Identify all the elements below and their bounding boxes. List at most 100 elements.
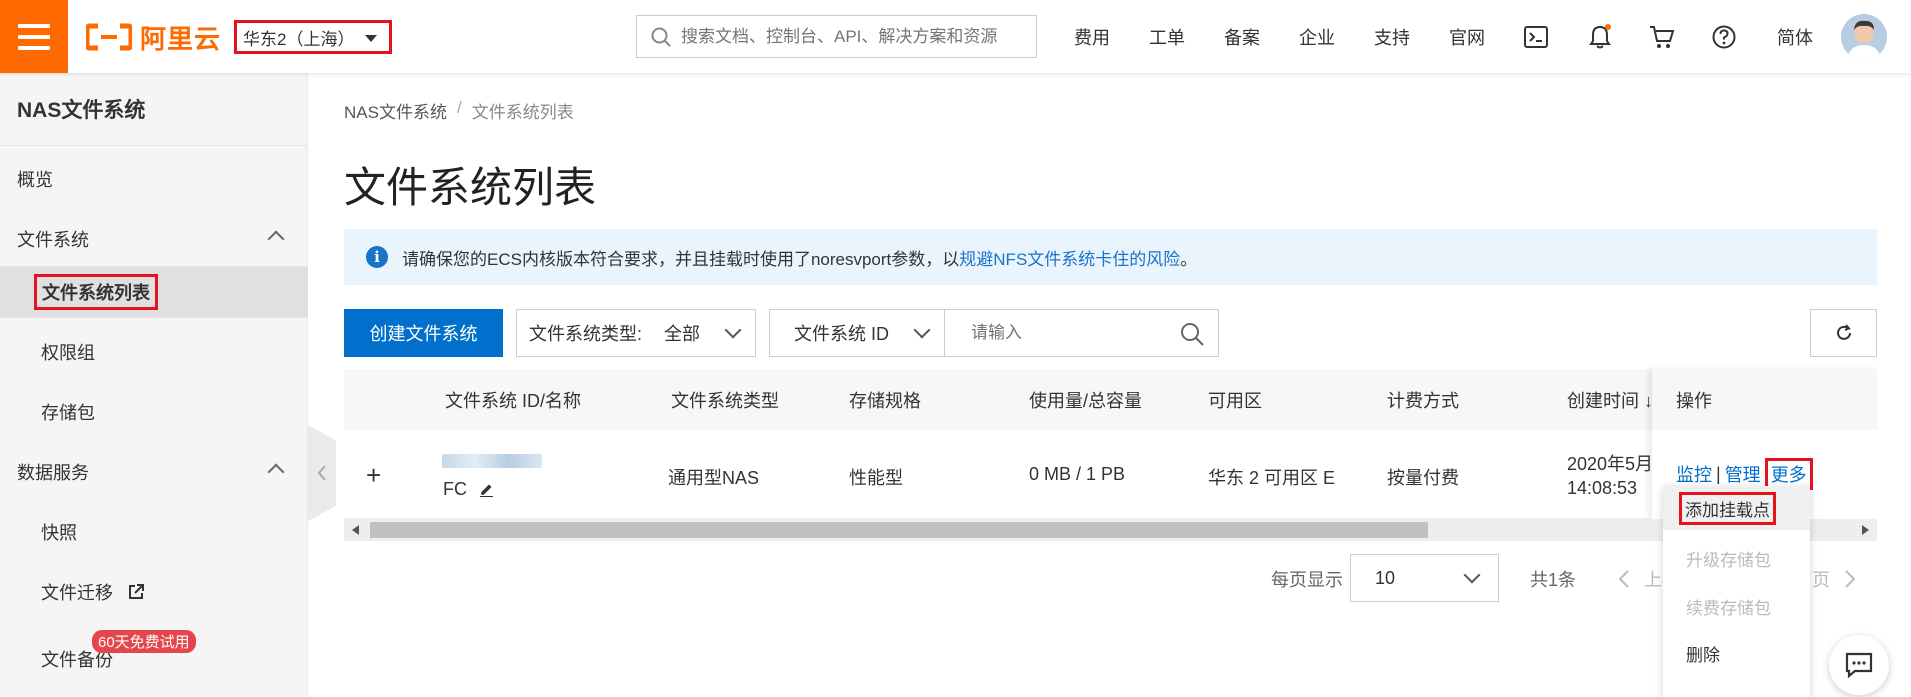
type-select-label: 文件系统类型:	[529, 324, 643, 344]
language-switch[interactable]: 简体	[1777, 0, 1813, 73]
sidebar-group-data-service[interactable]: 数据服务	[0, 446, 308, 498]
chevron-left-icon	[1618, 570, 1629, 588]
chevron-down-icon	[913, 321, 931, 339]
free-trial-badge: 60天免费试用	[92, 630, 196, 653]
refresh-button[interactable]	[1810, 309, 1877, 357]
search-icon	[651, 27, 671, 47]
nav-item-label: 备案	[1224, 27, 1260, 48]
sidebar-item-file-migration[interactable]: 文件迁移	[0, 566, 308, 618]
delete-item[interactable]: 删除	[1663, 631, 1810, 675]
sidebar-item-permission-group[interactable]: 权限组	[0, 326, 308, 378]
file-system-search[interactable]	[944, 309, 1219, 357]
menu-button[interactable]	[0, 0, 68, 73]
refresh-icon	[1836, 324, 1851, 340]
avatar[interactable]	[1841, 14, 1887, 60]
file-system-type-select[interactable]: 文件系统类型: 全部	[516, 309, 756, 357]
region-label: 华东2（上海）	[243, 29, 355, 49]
bell-icon[interactable]	[1587, 24, 1613, 50]
search-icon[interactable]	[1180, 322, 1204, 346]
chat-icon	[1845, 652, 1873, 678]
aliyun-logo[interactable]: 阿里云	[86, 22, 221, 54]
sidebar-item-label: 概览	[17, 170, 53, 190]
chat-button[interactable]	[1829, 635, 1889, 695]
sidebar-item-file-system-list[interactable]: 文件系统列表	[0, 266, 308, 318]
file-system-search-input[interactable]	[971, 323, 1171, 343]
create-file-system-button[interactable]: 创建文件系统	[344, 309, 503, 357]
type-select-value: 全部	[664, 324, 701, 344]
nav-official[interactable]: 官网	[1449, 0, 1485, 73]
total-count: 共1条	[1530, 570, 1577, 590]
renew-storage-package-item: 续费存储包	[1663, 584, 1810, 628]
chevron-up-icon	[267, 230, 285, 248]
hamburger-line	[18, 45, 50, 50]
nav-icp[interactable]: 备案	[1224, 0, 1260, 73]
nav-enterprise[interactable]: 企业	[1299, 0, 1335, 73]
horizontal-scrollbar[interactable]	[344, 519, 1877, 541]
sidebar-group-file-system[interactable]: 文件系统	[0, 213, 308, 265]
storage-spec-cell: 性能型	[849, 468, 903, 488]
column-header: 存储规格	[849, 390, 921, 411]
scroll-right-icon[interactable]	[1861, 525, 1869, 535]
created-time-cell: 14:08:53	[1567, 478, 1638, 498]
nav-item-label: 工单	[1149, 27, 1185, 48]
chevron-up-icon	[267, 463, 285, 481]
menu-item-label: 删除	[1686, 645, 1720, 665]
table-row: + FC 通用型NAS 性能型 0 MB / 1 PB 华东 2 可用区 E 按…	[344, 430, 1877, 519]
manage-link[interactable]: 管理	[1725, 461, 1761, 487]
notice-banner: i 请确保您的ECS内核版本符合要求，并且挂载时使用了noresvport参数，…	[344, 229, 1877, 285]
caret-down-icon	[365, 35, 377, 42]
action-separator: |	[1716, 463, 1721, 484]
sidebar-title: NAS文件系统	[0, 73, 307, 146]
monitor-link[interactable]: 监控	[1676, 461, 1712, 487]
cart-icon[interactable]	[1649, 24, 1675, 50]
sort-column-header[interactable]: 创建时间 ↓	[1567, 369, 1653, 430]
page-size-select[interactable]: 10	[1350, 554, 1499, 602]
sidebar-item-overview[interactable]: 概览	[0, 153, 308, 205]
column-header: 文件系统 ID/名称	[445, 390, 582, 411]
sidebar-item-storage-package[interactable]: 存储包	[0, 386, 308, 438]
nav-support[interactable]: 支持	[1374, 0, 1410, 73]
logo-text: 阿里云	[140, 23, 222, 54]
file-system-table: 文件系统 ID/名称 文件系统类型 存储规格 使用量/总容量 可用区 计费方式 …	[344, 369, 1877, 541]
column-header: 文件系统类型	[671, 390, 779, 411]
chevron-right-icon	[1845, 570, 1856, 588]
edit-icon[interactable]	[479, 482, 494, 497]
usage-cell: 0 MB / 1 PB	[1029, 464, 1126, 484]
sidebar-item-snapshot[interactable]: 快照	[0, 506, 308, 558]
billing-cell: 按量付费	[1387, 468, 1459, 488]
page-size-value: 10	[1375, 567, 1396, 588]
prev-page-label: 上	[1644, 570, 1662, 590]
column-header: 操作	[1652, 369, 1877, 430]
prev-page-button[interactable]: 上	[1618, 555, 1662, 603]
expand-row-button[interactable]: +	[366, 460, 381, 491]
page-title: 文件系统列表	[344, 164, 597, 211]
search-field-select[interactable]: 文件系统 ID	[769, 309, 945, 357]
sidebar-collapse-handle[interactable]	[308, 425, 336, 521]
nav-ticket[interactable]: 工单	[1149, 0, 1185, 73]
menu-item-label: 添加挂载点	[1679, 491, 1776, 525]
sidebar-item-label: 文件迁移	[41, 583, 113, 603]
terminal-icon[interactable]	[1523, 24, 1549, 50]
add-mount-point-item[interactable]: 添加挂载点	[1663, 486, 1810, 530]
nav-item-label: 企业	[1299, 27, 1335, 48]
sidebar-item-label: 存储包	[41, 403, 95, 423]
scrollbar-thumb[interactable]	[370, 522, 1428, 538]
nav-cost[interactable]: 费用	[1074, 0, 1110, 73]
scroll-left-icon[interactable]	[352, 525, 360, 535]
notice-link[interactable]: 规避NFS文件系统卡住的风险	[959, 245, 1180, 270]
global-search[interactable]	[636, 15, 1037, 58]
chevron-down-icon	[1463, 566, 1481, 584]
sidebar-item-label: 权限组	[41, 343, 95, 363]
sidebar-item-label: 快照	[41, 523, 77, 543]
menu-item-label: 续费存储包	[1686, 598, 1771, 618]
aliyun-logo-icon	[86, 23, 132, 51]
global-search-input[interactable]	[681, 26, 1031, 47]
nav-item-label: 费用	[1074, 27, 1110, 48]
help-icon[interactable]	[1711, 24, 1737, 50]
region-selector[interactable]: 华东2（上海）	[234, 20, 392, 54]
file-system-id-link[interactable]	[442, 454, 542, 468]
next-page-button[interactable]: 页	[1812, 555, 1856, 603]
breadcrumb-root[interactable]: NAS文件系统	[344, 98, 447, 123]
zone-cell: 华东 2 可用区 E	[1208, 468, 1336, 488]
chevron-left-icon	[317, 465, 326, 481]
